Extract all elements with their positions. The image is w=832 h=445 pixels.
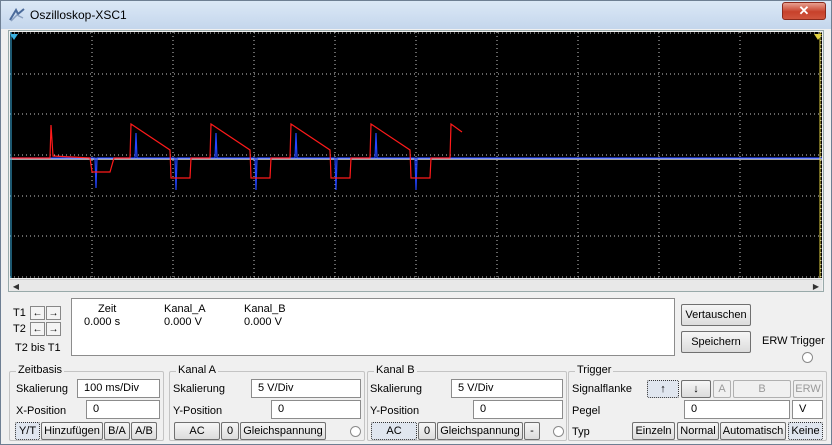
oscilloscope-icon	[9, 8, 25, 22]
channel-a-ypos-label: Y-Position	[173, 405, 223, 417]
t2-left-button[interactable]: ←	[30, 322, 45, 336]
t1-right-button[interactable]: →	[46, 306, 61, 320]
trace-channel-a	[10, 122, 463, 179]
channel-a-radio[interactable]	[350, 426, 361, 437]
falling-edge-icon: ↓	[693, 383, 699, 395]
ext-trigger-label: ERW Trigger	[762, 335, 825, 347]
timebase-xpos-label: X-Position	[16, 405, 67, 417]
t1-left-button[interactable]: ←	[30, 306, 45, 320]
horizontal-scrollbar[interactable]: ◀ ▶	[10, 279, 822, 291]
channel-a-title: Kanal A	[176, 364, 218, 376]
channel-b-scale-label: Skalierung	[370, 383, 422, 395]
channel-a-dc-button[interactable]: Gleichspannung	[240, 422, 326, 440]
trigger-source-a-button[interactable]: A	[713, 380, 731, 398]
save-button[interactable]: Speichern	[681, 331, 751, 353]
scope-plot	[10, 32, 822, 278]
trigger-single-button[interactable]: Einzeln	[632, 422, 675, 440]
close-button[interactable]: ✕	[782, 2, 826, 20]
mode-yt-button[interactable]: Y/T	[15, 422, 40, 440]
mode-ab-button[interactable]: A/B	[131, 422, 157, 440]
title-bar[interactable]: Oszilloskop-XSC1 ✕	[1, 1, 831, 29]
channel-b-ypos-field[interactable]: 0	[473, 400, 563, 419]
trigger-edge-label: Signalflanke	[572, 383, 632, 395]
cursor-controls: T1 ← → T2 ← → T2 bis T1	[9, 298, 69, 358]
channel-b-title: Kanal B	[374, 364, 417, 376]
oscilloscope-window: Oszilloskop-XSC1 ✕ ◀ ▶ T1 ← → T2 ← → T2 …	[0, 0, 832, 445]
readout-channel-a-header: Kanal_A	[164, 303, 206, 315]
channel-a-scale-field[interactable]: 5 V/Div	[251, 379, 361, 398]
measurement-readout: Zeit 0.000 s Kanal_A 0.000 V Kanal_B 0.0…	[71, 298, 675, 356]
timebase-title: Zeitbasis	[16, 364, 65, 376]
t1-label: T1	[13, 307, 26, 319]
channel-a-ypos-field[interactable]: 0	[271, 400, 361, 419]
trigger-auto-button[interactable]: Automatisch	[720, 422, 786, 440]
timebase-xpos-field[interactable]: 0	[86, 400, 160, 419]
scope-grid	[10, 32, 822, 278]
scope-display-frame: ◀ ▶	[8, 30, 824, 292]
mode-add-button[interactable]: Hinzufügen	[41, 422, 103, 440]
readout-channel-b-header: Kanal_B	[244, 303, 286, 315]
readout-channel-b-value: 0.000 V	[244, 316, 282, 328]
scroll-right-arrow-icon[interactable]: ▶	[810, 280, 822, 292]
channel-b-dc-button[interactable]: Gleichspannung	[437, 422, 523, 440]
channel-b-radio[interactable]	[553, 426, 564, 437]
trace-channel-b	[10, 132, 822, 191]
window-title: Oszilloskop-XSC1	[30, 8, 127, 22]
trigger-none-button[interactable]: Keine	[788, 422, 823, 440]
mode-ba-button[interactable]: B/A	[104, 422, 130, 440]
channel-a-zero-button[interactable]: 0	[221, 422, 239, 440]
channel-a-ac-button[interactable]: AC	[174, 422, 220, 440]
rising-edge-icon: ↑	[660, 383, 666, 395]
trigger-level-unit[interactable]: V	[792, 400, 823, 419]
swap-button[interactable]: Vertauschen	[681, 304, 751, 326]
trigger-source-b-button[interactable]: B	[733, 380, 791, 398]
t2-minus-t1-label: T2 bis T1	[15, 342, 61, 354]
channel-b-zero-button[interactable]: 0	[418, 422, 436, 440]
trigger-level-label: Pegel	[572, 405, 601, 417]
readout-time-header: Zeit	[98, 303, 117, 315]
t2-label: T2	[13, 323, 26, 335]
timebase-scale-label: Skalierung	[16, 383, 68, 395]
cursor-t2-marker	[814, 34, 822, 40]
channel-a-scale-label: Skalierung	[173, 383, 225, 395]
channel-b-ac-button[interactable]: AC	[371, 422, 417, 440]
ext-trigger-radio[interactable]	[802, 352, 813, 363]
readout-channel-a-value: 0.000 V	[164, 316, 202, 328]
channel-b-invert-button[interactable]: -	[524, 422, 540, 440]
channel-b-ypos-label: Y-Position	[370, 405, 420, 417]
timebase-scale-field[interactable]: 100 ms/Div	[77, 379, 160, 398]
t2-right-button[interactable]: →	[46, 322, 61, 336]
trigger-type-label: Typ	[572, 426, 590, 438]
channel-b-scale-field[interactable]: 5 V/Div	[451, 379, 563, 398]
trigger-level-field[interactable]: 0	[684, 400, 790, 419]
falling-edge-button[interactable]: ↓	[681, 380, 711, 398]
trigger-source-ext-button[interactable]: ERW	[793, 380, 823, 398]
readout-time-value: 0.000 s	[84, 316, 121, 328]
trigger-title: Trigger	[575, 364, 614, 376]
trigger-normal-button[interactable]: Normal	[677, 422, 719, 440]
scope-screen[interactable]	[10, 32, 822, 278]
scroll-left-arrow-icon[interactable]: ◀	[10, 280, 22, 292]
rising-edge-button[interactable]: ↑	[647, 380, 679, 398]
